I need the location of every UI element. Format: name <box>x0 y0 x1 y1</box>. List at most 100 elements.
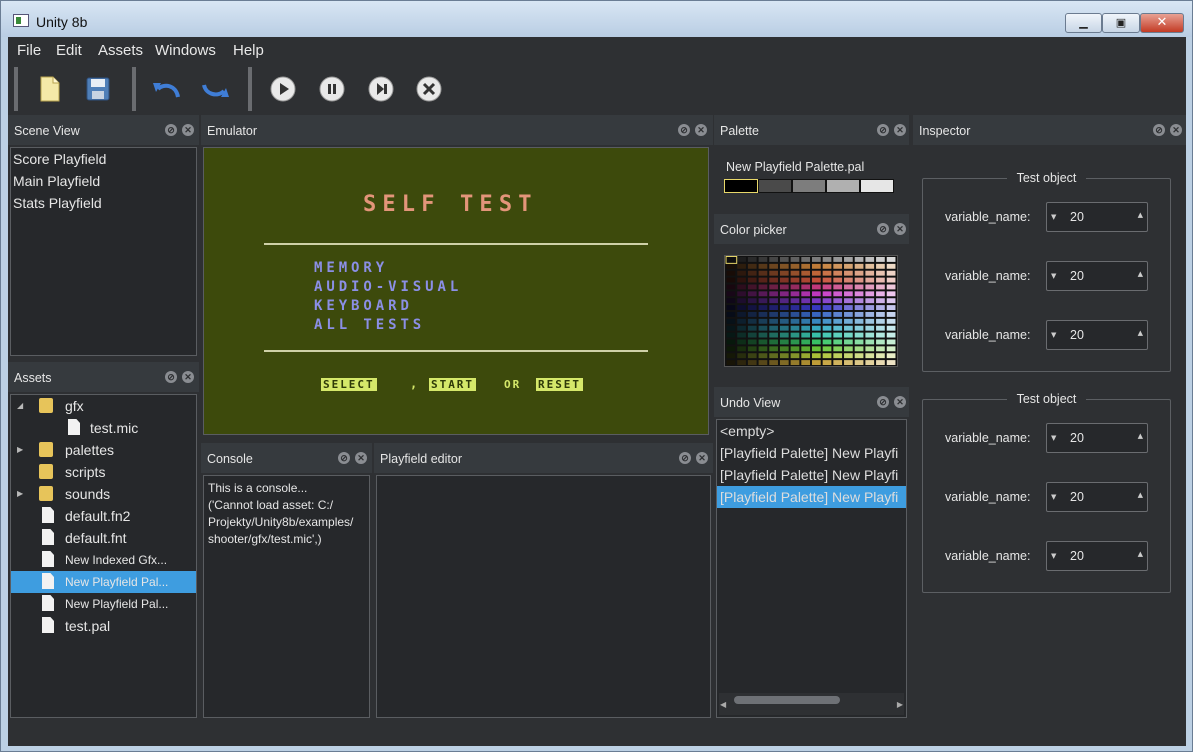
color-cell[interactable] <box>779 256 789 262</box>
color-cell[interactable] <box>833 325 843 331</box>
color-cell[interactable] <box>726 305 736 311</box>
scene-item[interactable]: Stats Playfield <box>11 192 196 214</box>
color-cell[interactable] <box>769 353 778 359</box>
color-cell[interactable] <box>747 291 757 297</box>
color-cell[interactable] <box>801 270 811 276</box>
color-cell[interactable] <box>801 353 811 359</box>
color-cell[interactable] <box>737 284 746 290</box>
color-cell[interactable] <box>833 360 843 366</box>
color-cell[interactable] <box>811 325 821 331</box>
color-cell[interactable] <box>726 360 736 366</box>
close-panel-icon[interactable]: ✕ <box>894 223 906 235</box>
color-cell[interactable] <box>854 360 864 366</box>
spinbox-value[interactable]: 20 <box>1070 431 1084 445</box>
color-cell[interactable] <box>758 256 768 262</box>
color-cell[interactable] <box>865 318 875 324</box>
color-cell[interactable] <box>811 360 821 366</box>
color-cell[interactable] <box>790 270 800 276</box>
expand-arrow-icon[interactable]: ▶ <box>17 439 23 461</box>
color-cell[interactable] <box>854 284 864 290</box>
color-cell[interactable] <box>737 332 746 338</box>
color-cell[interactable] <box>801 263 811 269</box>
color-cell[interactable] <box>886 298 896 304</box>
color-cell[interactable] <box>769 305 778 311</box>
scene-item[interactable]: Main Playfield <box>11 170 196 192</box>
color-cell[interactable] <box>769 311 778 317</box>
decrement-icon[interactable]: ▼ <box>1051 434 1056 442</box>
color-cell[interactable] <box>865 346 875 352</box>
play-icon[interactable] <box>265 71 301 107</box>
color-cell[interactable] <box>758 263 768 269</box>
color-cell[interactable] <box>822 298 832 304</box>
color-cell[interactable] <box>886 263 896 269</box>
color-cell[interactable] <box>811 332 821 338</box>
color-cell[interactable] <box>822 256 832 262</box>
scroll-thumb[interactable] <box>734 696 840 704</box>
decrement-icon[interactable]: ▼ <box>1051 552 1056 560</box>
color-cell[interactable] <box>854 346 864 352</box>
color-cell[interactable] <box>886 305 896 311</box>
color-cell[interactable] <box>854 311 864 317</box>
color-cell[interactable] <box>801 298 811 304</box>
color-cell[interactable] <box>833 270 843 276</box>
close-button[interactable]: ✕ <box>1140 13 1184 33</box>
value-spinbox[interactable]: ▼ 20 ▲ <box>1046 541 1148 571</box>
color-cell[interactable] <box>779 339 789 345</box>
color-cell[interactable] <box>844 263 853 269</box>
emulator-screen[interactable]: SELF TEST MEMORY AUDIO-VISUAL KEYBOARD A… <box>203 147 709 435</box>
close-panel-icon[interactable]: ✕ <box>894 124 906 136</box>
color-cell[interactable] <box>854 325 864 331</box>
toolbar-grip-3[interactable] <box>248 67 252 111</box>
color-cell[interactable] <box>737 270 746 276</box>
color-cell[interactable] <box>758 325 768 331</box>
color-cell[interactable] <box>822 360 832 366</box>
color-cell[interactable] <box>876 325 885 331</box>
color-cell[interactable] <box>854 256 864 262</box>
color-cell[interactable] <box>790 298 800 304</box>
color-cell[interactable] <box>833 256 843 262</box>
color-cell[interactable] <box>747 270 757 276</box>
color-cell[interactable] <box>747 353 757 359</box>
color-cell[interactable] <box>876 270 885 276</box>
close-panel-icon[interactable]: ✕ <box>355 452 367 464</box>
menu-edit[interactable]: Edit <box>56 42 82 59</box>
color-cell[interactable] <box>769 291 778 297</box>
undo-item[interactable]: <empty> <box>717 420 906 442</box>
color-cell[interactable] <box>865 263 875 269</box>
tree-item-default-fn2[interactable]: default.fn2 <box>11 505 196 527</box>
color-cell[interactable] <box>876 353 885 359</box>
color-cell[interactable] <box>822 332 832 338</box>
color-cell[interactable] <box>790 311 800 317</box>
color-cell[interactable] <box>747 318 757 324</box>
swatch[interactable] <box>792 179 826 193</box>
color-cell[interactable] <box>769 263 778 269</box>
playfield-canvas[interactable] <box>376 475 711 718</box>
color-cell[interactable] <box>747 284 757 290</box>
color-cell[interactable] <box>790 305 800 311</box>
color-cell[interactable] <box>801 291 811 297</box>
color-cell[interactable] <box>833 311 843 317</box>
color-cell[interactable] <box>779 360 789 366</box>
color-cell[interactable] <box>779 263 789 269</box>
increment-icon[interactable]: ▲ <box>1138 270 1143 278</box>
color-cell[interactable] <box>844 291 853 297</box>
color-cell[interactable] <box>844 270 853 276</box>
color-cell[interactable] <box>833 263 843 269</box>
color-cell[interactable] <box>865 291 875 297</box>
redo-icon[interactable] <box>198 71 234 107</box>
close-panel-icon[interactable]: ✕ <box>182 124 194 136</box>
tree-item-new-indexed-gfx[interactable]: New Indexed Gfx... <box>11 549 196 571</box>
color-cell[interactable] <box>801 311 811 317</box>
color-cell[interactable] <box>886 360 896 366</box>
color-cell[interactable] <box>833 318 843 324</box>
color-cell[interactable] <box>865 305 875 311</box>
color-cell[interactable] <box>790 360 800 366</box>
undo-icon[interactable] <box>148 71 184 107</box>
color-cell[interactable] <box>822 346 832 352</box>
color-cell[interactable] <box>790 346 800 352</box>
color-cell[interactable] <box>769 325 778 331</box>
value-spinbox[interactable]: ▼ 20 ▲ <box>1046 482 1148 512</box>
color-cell[interactable] <box>822 305 832 311</box>
color-cell[interactable] <box>758 360 768 366</box>
tree-item-gfx[interactable]: ◢ gfx <box>11 395 196 417</box>
